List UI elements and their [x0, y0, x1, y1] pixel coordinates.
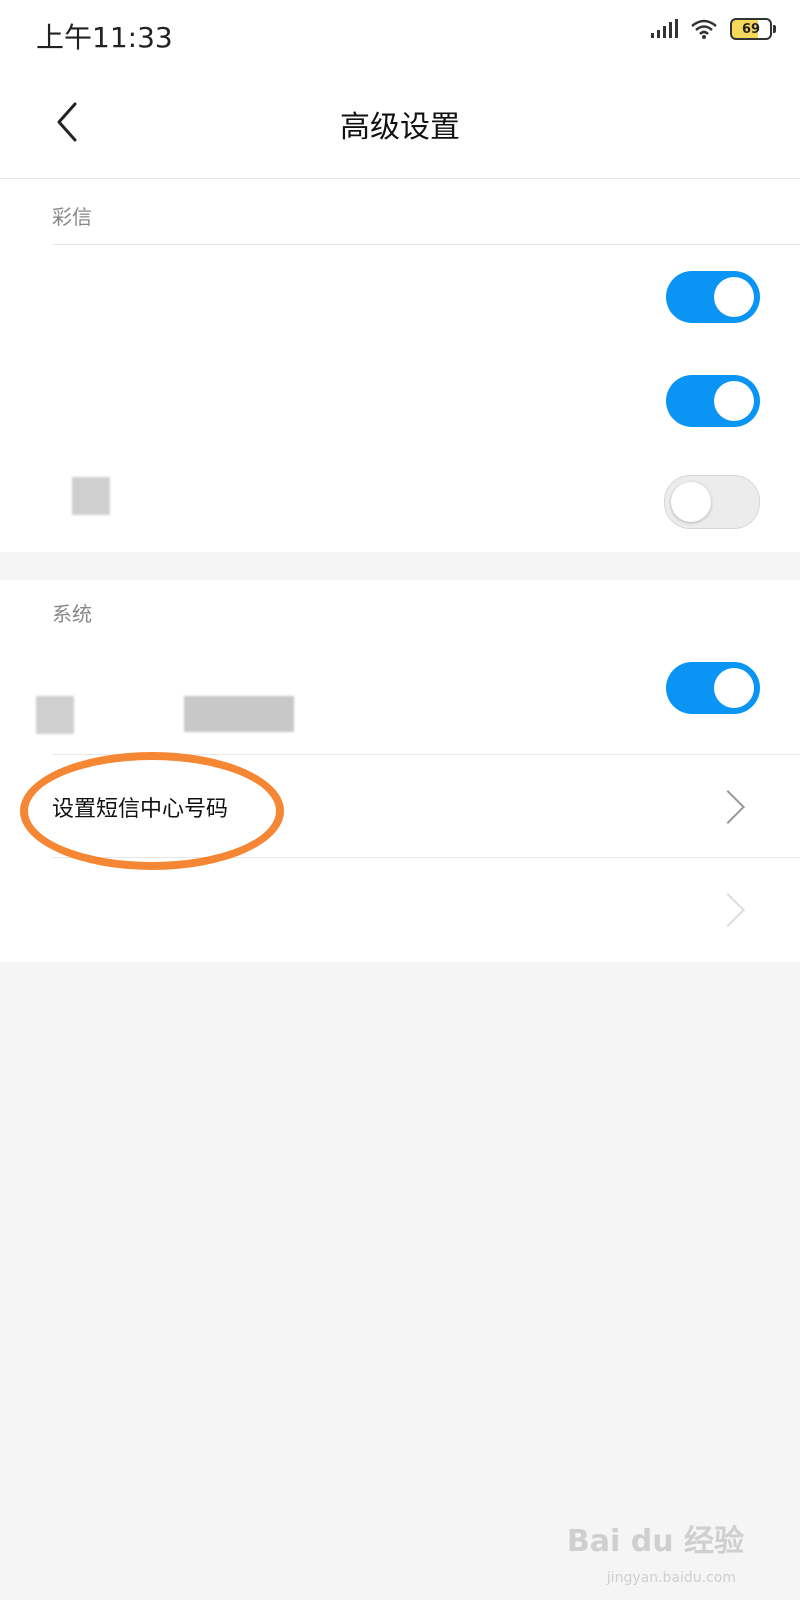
- toggle-knob: [714, 381, 754, 421]
- status-bar: 上午11:33 69: [0, 0, 800, 70]
- battery-indicator: 69: [730, 18, 776, 40]
- mms-section-header: 彩信: [52, 205, 92, 229]
- obscured-label: [36, 696, 74, 734]
- system-row-1[interactable]: [0, 632, 800, 754]
- status-icons: 69: [650, 18, 776, 40]
- system-toggle[interactable]: [666, 662, 760, 714]
- wifi-icon: [691, 19, 717, 39]
- mms-toggle-3[interactable]: [664, 475, 760, 529]
- obscured-label: [184, 696, 294, 732]
- system-row-3[interactable]: [0, 858, 800, 962]
- system-section-header: 系统: [52, 602, 92, 626]
- status-time: 上午11:33: [36, 21, 173, 54]
- mms-row-1[interactable]: [0, 245, 800, 349]
- system-section: 系统 设置短信中心号码: [0, 580, 800, 962]
- watermark-logo: Bai du 经验: [566, 1524, 744, 1559]
- battery-percent: 69: [741, 21, 761, 37]
- toggle-knob: [671, 482, 711, 522]
- signal-icon: [651, 19, 678, 38]
- obscured-label: [72, 477, 110, 515]
- watermark-url: jingyan.baidu.com: [606, 1570, 736, 1586]
- mms-row-2[interactable]: [0, 349, 800, 453]
- toggle-knob: [714, 668, 754, 708]
- mms-section: 彩信: [0, 179, 800, 552]
- nav-bar: 高级设置: [0, 70, 800, 179]
- mms-toggle-1[interactable]: [666, 271, 760, 323]
- sms-center-number-row[interactable]: 设置短信中心号码: [0, 755, 800, 857]
- chevron-right-icon: [711, 790, 745, 824]
- mms-toggle-2[interactable]: [666, 375, 760, 427]
- chevron-right-icon: [711, 893, 745, 927]
- page-title: 高级设置: [340, 110, 460, 145]
- sms-center-number-label: 设置短信中心号码: [52, 797, 229, 822]
- toggle-knob: [714, 277, 754, 317]
- mms-row-3[interactable]: [0, 453, 800, 552]
